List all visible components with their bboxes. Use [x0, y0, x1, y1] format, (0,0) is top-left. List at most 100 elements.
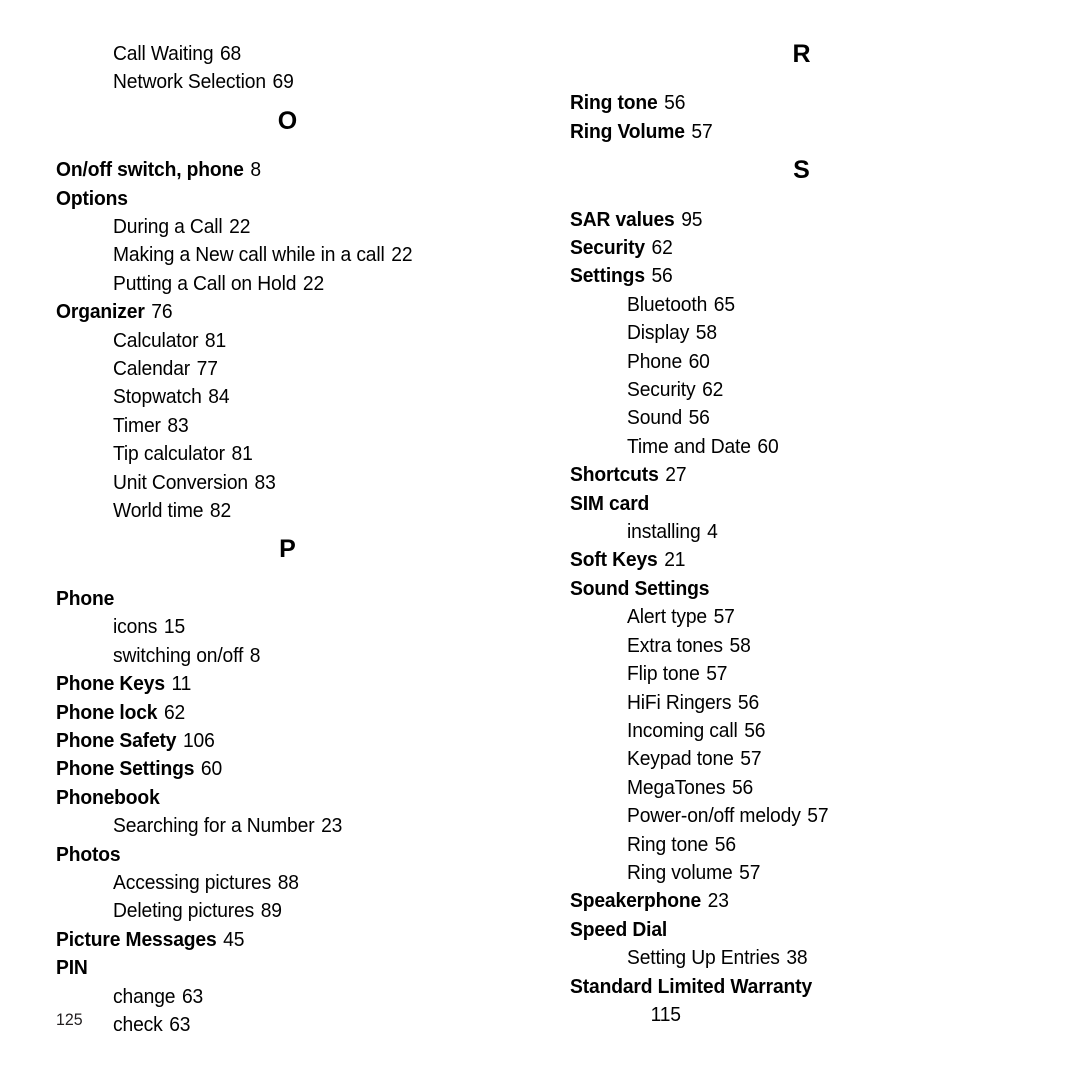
index-entry-page-number: 57	[740, 747, 762, 771]
index-entry-main: Photos	[56, 841, 498, 869]
index-entry-label: check	[113, 1012, 163, 1036]
index-entry-main: SIM card	[570, 490, 1012, 518]
index-entry-label: Display	[627, 321, 690, 345]
index-entry-label: Phone Settings	[56, 757, 195, 781]
index-entry-sub: Putting a Call on Hold 22	[113, 270, 501, 298]
section-letter-p: P	[279, 535, 296, 564]
index-entry-main: Ring Volume 57	[570, 118, 1012, 146]
index-entry-page-number: 84	[208, 385, 230, 409]
index-entry-page-number: 81	[231, 442, 253, 466]
index-entry-sub: Ring volume 57	[627, 859, 1015, 887]
index-entry-main: SAR values 95	[570, 206, 1012, 234]
index-entry-label: Putting a Call on Hold	[113, 271, 297, 295]
index-entry-label: SAR values	[570, 207, 675, 231]
index-entry-page-number: 88	[277, 870, 299, 894]
index-entry-main: Settings 56	[570, 262, 1012, 290]
index-entry-label: Speakerphone	[570, 889, 702, 913]
index-entry-page-number: 57	[691, 119, 713, 143]
index-entry-label: Setting Up Entries	[627, 946, 780, 970]
index-entry-page-number: 56	[664, 91, 686, 115]
index-entry-sub: switching on/off 8	[113, 642, 501, 670]
index-entry-page-number: 56	[744, 718, 766, 742]
index-entry-sub: Security 62	[627, 376, 1015, 404]
index-entry-sub: Network Selection 69	[113, 68, 501, 96]
index-entry-page-number: 21	[664, 548, 686, 572]
index-entry-sub: Making a New call while in a call 22	[113, 241, 501, 269]
index-entry-page-number: 22	[302, 271, 325, 295]
index-entry-label: Calculator	[113, 328, 199, 352]
index-entry-label: Extra tones	[627, 633, 723, 657]
index-entry-label: Phone Safety	[56, 728, 177, 752]
index-entry-main: PIN	[56, 954, 498, 982]
index-entry-label: Network Selection	[113, 70, 266, 94]
index-entry-label: Accessing pictures	[113, 870, 272, 894]
index-entry-sub: Accessing pictures 88	[113, 869, 501, 897]
index-entry-label: Flip tone	[627, 662, 700, 686]
index-entry-label: Deleting pictures	[113, 899, 255, 923]
index-entry-page-number: 69	[272, 70, 294, 94]
index-entry-sub: Unit Conversion 83	[113, 469, 501, 497]
index-entry-sub: change 63	[113, 983, 501, 1011]
index-entry-page-number: 77	[196, 357, 218, 381]
index-entry-page-number: 63	[181, 984, 204, 1008]
index-entry-main: Ring tone 56	[570, 89, 1012, 117]
index-entry-page-number: 56	[731, 775, 754, 799]
index-entry-main: Security 62	[570, 234, 1012, 262]
index-entry-label: Ring Volume	[570, 119, 685, 143]
section-letter-r: R	[792, 40, 811, 68]
index-entry-main: Phone	[56, 585, 498, 613]
index-entry-page-number: 106	[182, 728, 215, 752]
index-entry-label: Bluetooth	[627, 292, 708, 316]
index-entry-page-number: 56	[688, 406, 710, 430]
index-entry-main: Options	[56, 185, 498, 213]
index-entry-label: Stopwatch	[113, 385, 202, 409]
index-column-right: R Ring tone 56 Ring Volume 57 S SAR values 95 Se…	[570, 40, 1040, 1029]
index-entry-sub: Flip tone 57	[627, 660, 1015, 688]
index-entry-label: Photos	[56, 842, 121, 866]
index-entry-label: Phone Keys	[56, 672, 165, 696]
index-entry-label: Phonebook	[56, 785, 160, 809]
index-entry-page-number: 8	[250, 158, 261, 182]
index-entry-label: MegaTones	[627, 775, 726, 799]
index-entry-sub: Setting Up Entries 38	[627, 944, 1015, 972]
section-letter-o: O	[277, 106, 298, 135]
index-entry-page-number: 57	[713, 605, 735, 629]
index-entry-label: Ring tone	[570, 91, 658, 115]
index-entry-page-number: 8	[249, 643, 261, 667]
index-entry-label: Shortcuts	[570, 463, 659, 487]
index-entry-page-number: 63	[169, 1012, 191, 1036]
index-entry-page-number: 60	[688, 349, 710, 373]
index-entry-label: Standard Limited Warranty	[570, 974, 813, 998]
index-entry-page-number: 58	[729, 633, 751, 657]
index-entry-page-number: 45	[223, 927, 245, 951]
index-entry-label: SIM card	[570, 491, 650, 515]
index-entry-page-number: 23	[707, 889, 729, 913]
index-entry-label: Power-on/off melody	[627, 804, 801, 828]
index-entry-sub: Calendar 77	[113, 355, 501, 383]
index-entry-sub: Call Waiting 68	[113, 40, 501, 68]
index-entry-sub: icons 15	[113, 613, 501, 641]
index-entry-sub: Display 58	[627, 319, 1015, 347]
index-entry-page-number: 62	[163, 700, 186, 724]
index-entry-label: Searching for a Number	[113, 814, 315, 838]
index-entry-continuation: 115	[644, 1001, 1016, 1029]
index-entry-page-number: 56	[737, 690, 760, 714]
index-entry-page-number: 76	[151, 300, 173, 324]
index-entry-main: Phone Safety 106	[56, 727, 498, 755]
index-entry-page-number: 4	[707, 520, 718, 544]
index-entry-main: Picture Messages 45	[56, 926, 498, 954]
index-entry-label: Ring tone	[627, 832, 709, 856]
index-entry-label: Incoming call	[627, 718, 738, 742]
index-entry-page-number: 60	[200, 757, 223, 781]
index-entry-main: Phone Settings 60	[56, 755, 498, 783]
index-entry-page-number: 57	[706, 662, 728, 686]
index-entry-page-number: 57	[807, 804, 829, 828]
index-entry-label: Calendar	[113, 357, 191, 381]
index-entry-sub: Power-on/off melody 57	[627, 802, 1015, 830]
index-entry-main: On/off switch, phone 8	[56, 156, 498, 184]
